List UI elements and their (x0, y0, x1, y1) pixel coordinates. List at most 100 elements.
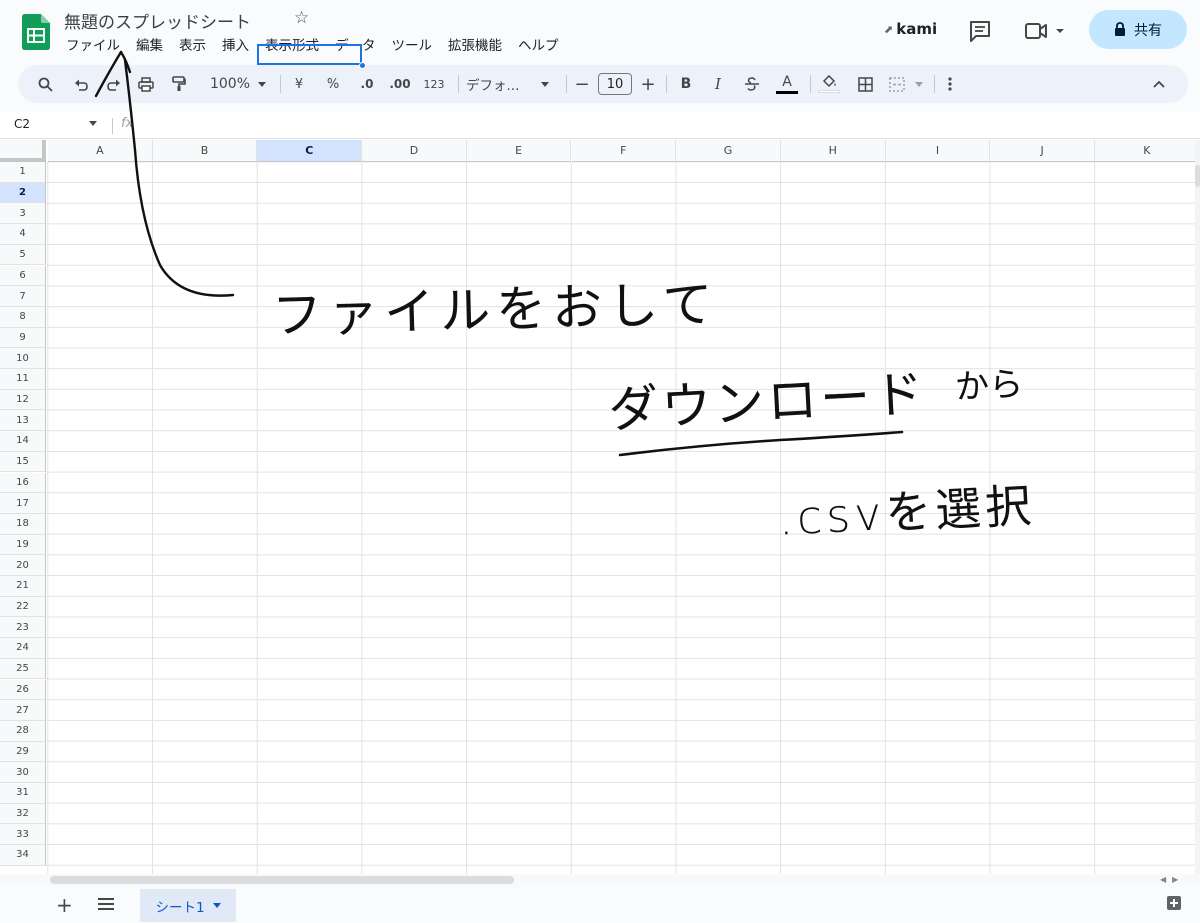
vertical-scrollbar[interactable] (1195, 140, 1200, 874)
column-header-c[interactable]: C (257, 140, 363, 162)
menu-view[interactable]: 表示 (173, 36, 212, 58)
increase-decimal-button[interactable]: .00 (386, 65, 414, 103)
fill-handle[interactable] (359, 62, 366, 69)
chevron-down-icon[interactable] (912, 65, 926, 103)
document-title[interactable]: 無題のスプレッドシート (64, 8, 251, 33)
row-header-26[interactable]: 26 (0, 679, 46, 701)
sheet-tab[interactable]: シート1 (140, 889, 236, 922)
row-header-3[interactable]: 3 (0, 203, 46, 225)
comment-icon[interactable] (966, 17, 994, 45)
row-header-30[interactable]: 30 (0, 762, 46, 783)
collapse-menu-icon[interactable] (1148, 65, 1170, 103)
explore-icon[interactable] (1166, 895, 1182, 911)
fill-color-icon[interactable] (816, 65, 842, 103)
chevron-down-icon[interactable] (256, 65, 268, 103)
zoom-select[interactable]: 100% (200, 65, 260, 103)
percent-format-button[interactable]: % (322, 65, 344, 103)
menu-extensions[interactable]: 拡張機能 (442, 36, 508, 58)
undo-icon[interactable] (68, 65, 94, 103)
decrease-decimal-button[interactable]: .0 (354, 65, 380, 103)
more-formats-button[interactable]: 123 (420, 65, 448, 103)
row-header-1[interactable]: 1 (0, 162, 46, 183)
borders-icon[interactable] (852, 65, 878, 103)
search-icon[interactable] (32, 65, 58, 103)
row-header-11[interactable]: 11 (0, 369, 46, 390)
paint-format-icon[interactable] (166, 65, 192, 103)
text-color-button[interactable]: A (774, 65, 800, 103)
redo-icon[interactable] (100, 65, 126, 103)
strikethrough-icon[interactable] (740, 65, 764, 103)
row-header-23[interactable]: 23 (0, 617, 46, 639)
row-header-7[interactable]: 7 (0, 286, 46, 307)
merge-cells-icon[interactable] (884, 65, 910, 103)
column-header-e[interactable]: E (466, 140, 572, 162)
row-header-2[interactable]: 2 (0, 182, 46, 204)
row-header-19[interactable]: 19 (0, 534, 46, 556)
column-header-j[interactable]: J (990, 140, 1095, 162)
row-header-34[interactable]: 34 (0, 845, 46, 866)
vertical-scroll-thumb[interactable] (1195, 165, 1200, 187)
column-header-d[interactable]: D (362, 140, 467, 162)
select-all-corner[interactable] (0, 140, 46, 162)
row-header-25[interactable]: 25 (0, 658, 46, 680)
video-call-icon[interactable] (1020, 17, 1068, 45)
row-header-14[interactable]: 14 (0, 431, 46, 452)
row-header-16[interactable]: 16 (0, 472, 46, 494)
row-header-24[interactable]: 24 (0, 638, 46, 659)
row-header-9[interactable]: 9 (0, 327, 46, 349)
share-button[interactable]: 共有 (1089, 10, 1187, 49)
decrease-font-size-icon[interactable]: − (572, 65, 592, 103)
italic-button[interactable]: I (708, 65, 728, 103)
font-size-input[interactable]: 10 (598, 73, 632, 95)
account-link[interactable]: ⬈ kami (884, 20, 937, 38)
row-header-20[interactable]: 20 (0, 555, 46, 576)
chevron-down-icon[interactable] (89, 121, 97, 126)
row-header-6[interactable]: 6 (0, 265, 46, 287)
row-header-18[interactable]: 18 (0, 513, 46, 535)
active-cell-c2[interactable] (257, 44, 362, 65)
currency-format-button[interactable]: ¥ (288, 65, 310, 103)
column-header-k[interactable]: K (1095, 140, 1195, 162)
row-header-12[interactable]: 12 (0, 389, 46, 411)
chevron-down-icon[interactable] (212, 903, 221, 908)
sheets-logo-icon[interactable] (22, 14, 50, 50)
font-family-select[interactable]: デフォ... (466, 65, 536, 103)
menu-help[interactable]: ヘルプ (512, 36, 565, 58)
bold-button[interactable]: B (676, 65, 696, 103)
all-sheets-menu-icon[interactable] (97, 897, 115, 911)
add-sheet-icon[interactable]: + (56, 893, 73, 917)
row-header-15[interactable]: 15 (0, 451, 46, 473)
row-header-4[interactable]: 4 (0, 224, 46, 245)
row-header-31[interactable]: 31 (0, 783, 46, 804)
increase-font-size-icon[interactable]: + (638, 65, 658, 103)
row-header-33[interactable]: 33 (0, 824, 46, 846)
star-outline-icon[interactable]: ☆ (294, 8, 309, 28)
name-box[interactable]: C2 (14, 117, 30, 131)
scroll-arrows-icon[interactable]: ◀▶ (1160, 875, 1184, 884)
column-header-a[interactable]: A (48, 140, 153, 162)
row-header-21[interactable]: 21 (0, 576, 46, 597)
column-header-f[interactable]: F (571, 140, 677, 162)
chevron-down-icon[interactable] (538, 65, 552, 103)
menu-edit[interactable]: 編集 (130, 36, 169, 58)
menu-file[interactable]: ファイル (60, 36, 126, 58)
column-header-b[interactable]: B (152, 140, 258, 162)
row-header-17[interactable]: 17 (0, 493, 46, 514)
column-header-i[interactable]: I (885, 140, 991, 162)
menu-insert[interactable]: 挿入 (216, 36, 255, 58)
more-vert-icon[interactable] (940, 65, 960, 103)
row-header-28[interactable]: 28 (0, 720, 46, 742)
row-header-27[interactable]: 27 (0, 700, 46, 721)
horizontal-scroll-thumb[interactable] (50, 876, 514, 884)
row-header-29[interactable]: 29 (0, 741, 46, 763)
row-header-5[interactable]: 5 (0, 244, 46, 266)
row-header-8[interactable]: 8 (0, 306, 46, 328)
row-header-22[interactable]: 22 (0, 596, 46, 618)
menu-tools[interactable]: ツール (386, 36, 439, 58)
row-header-13[interactable]: 13 (0, 410, 46, 432)
row-header-10[interactable]: 10 (0, 348, 46, 369)
column-header-h[interactable]: H (780, 140, 886, 162)
column-header-g[interactable]: G (676, 140, 781, 162)
print-icon[interactable] (133, 65, 159, 103)
row-header-32[interactable]: 32 (0, 803, 46, 825)
